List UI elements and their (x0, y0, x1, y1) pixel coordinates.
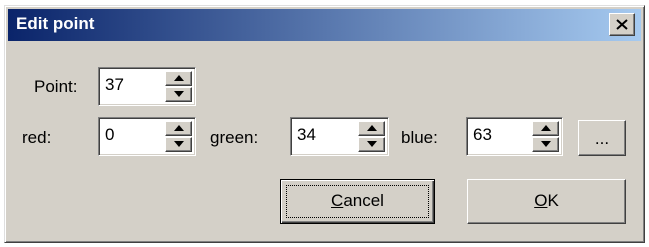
spin-up-icon (174, 125, 184, 131)
blue-value[interactable]: 63 (473, 125, 492, 145)
close-icon (616, 19, 628, 30)
green-spin-arrows (358, 121, 385, 152)
cancel-mnemonic: C (331, 191, 344, 210)
red-label: red: (22, 128, 52, 147)
green-decrement-button[interactable] (358, 137, 385, 152)
dialog-title: Edit point (16, 14, 95, 33)
point-spin-arrows (165, 71, 192, 102)
red-spin-arrows (165, 121, 192, 152)
ok-button[interactable]: OK (467, 179, 626, 224)
red-decrement-button[interactable] (165, 137, 192, 152)
cancel-label-rest: ancel (343, 191, 384, 210)
ok-label-rest: K (547, 191, 559, 210)
green-label: green: (210, 128, 259, 147)
edit-point-dialog: Edit point Point: 37 red: 0 green: 34 bl… (4, 5, 645, 243)
color-picker-button[interactable]: ... (578, 120, 626, 156)
color-picker-label: ... (594, 129, 610, 148)
blue-spin-arrows (532, 121, 559, 152)
titlebar: Edit point (8, 9, 641, 41)
blue-decrement-button[interactable] (532, 137, 559, 152)
red-increment-button[interactable] (165, 121, 192, 136)
red-spinner[interactable]: 0 (98, 117, 196, 156)
cancel-button[interactable]: Cancel (280, 179, 435, 224)
spin-down-icon (541, 141, 551, 147)
blue-label: blue: (401, 128, 438, 147)
spin-up-icon (367, 125, 377, 131)
ok-label: OK (468, 191, 625, 211)
spin-down-icon (367, 141, 377, 147)
spin-up-icon (174, 75, 184, 81)
green-spinner[interactable]: 34 (290, 117, 389, 156)
green-increment-button[interactable] (358, 121, 385, 136)
blue-spinner[interactable]: 63 (466, 117, 563, 156)
spin-up-icon (541, 125, 551, 131)
spin-down-icon (174, 91, 184, 97)
cancel-label: Cancel (281, 191, 434, 211)
green-value[interactable]: 34 (297, 125, 316, 145)
close-button[interactable] (609, 13, 635, 36)
red-value[interactable]: 0 (105, 125, 114, 145)
point-spinner[interactable]: 37 (98, 67, 196, 106)
ok-mnemonic: O (534, 191, 548, 210)
spin-down-icon (174, 141, 184, 147)
blue-increment-button[interactable] (532, 121, 559, 136)
point-value[interactable]: 37 (105, 75, 124, 95)
point-label: Point: (34, 77, 78, 96)
point-decrement-button[interactable] (165, 87, 192, 102)
point-increment-button[interactable] (165, 71, 192, 86)
